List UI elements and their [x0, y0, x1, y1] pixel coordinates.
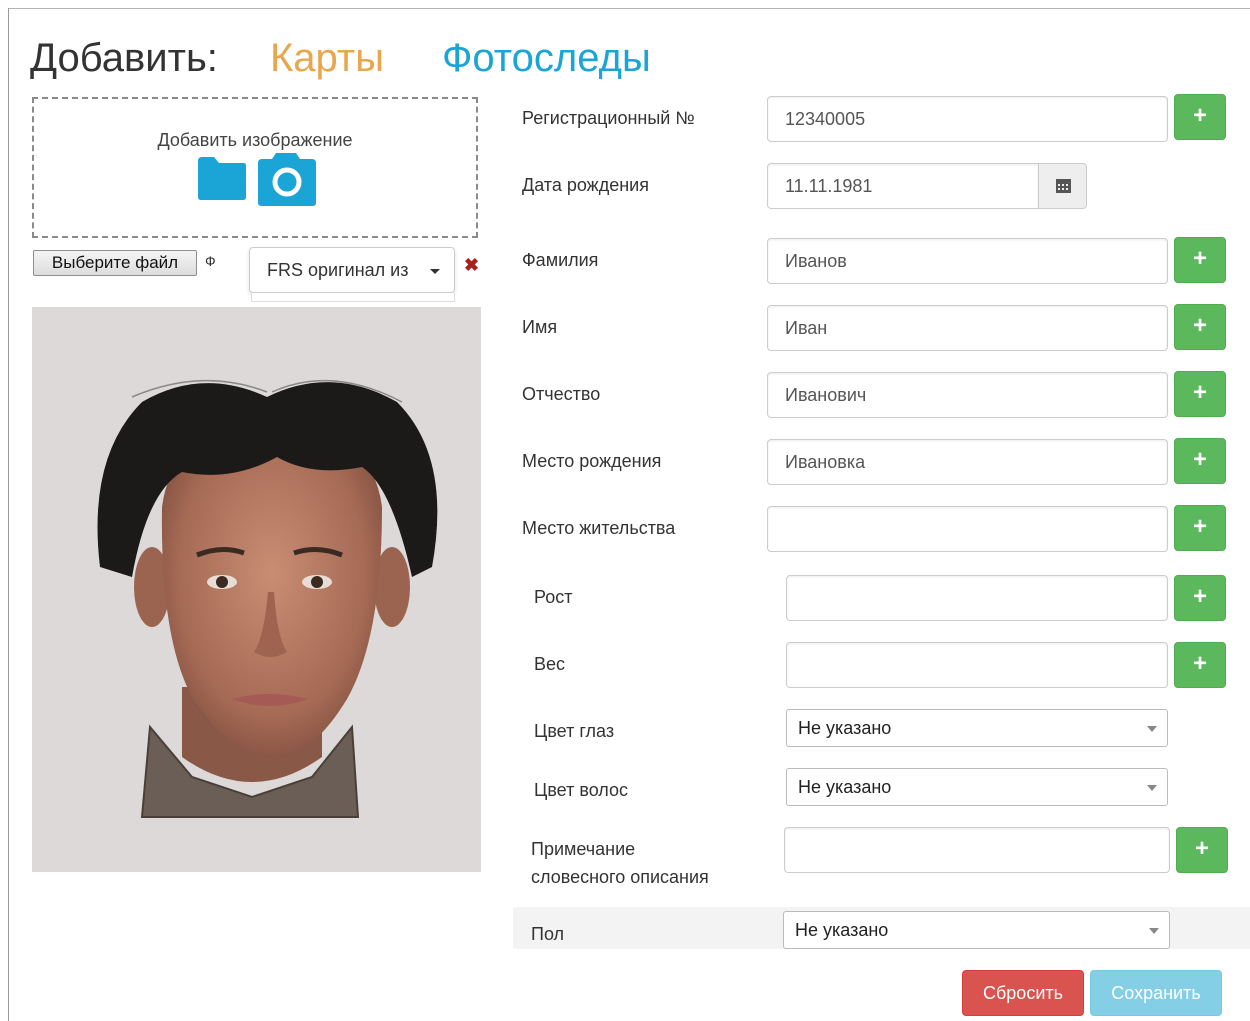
gender-label: Пол	[531, 924, 565, 944]
birth-place-input[interactable]: Ивановка	[767, 439, 1168, 485]
hair-color-label: Цвет волос	[534, 780, 629, 800]
face-photo	[32, 307, 481, 872]
weight-input[interactable]	[786, 642, 1168, 688]
image-source-value: FRS оригинал из	[267, 260, 409, 280]
save-button[interactable]: Сохранить	[1090, 970, 1222, 1016]
gender-select[interactable]: Не указано	[783, 911, 1170, 949]
face-illustration	[32, 307, 481, 872]
hair-color-select[interactable]: Не указано	[786, 768, 1168, 806]
last-name-label: Фамилия	[522, 250, 599, 270]
chevron-down-icon	[1147, 726, 1157, 732]
note-label-line2: словесного описания	[531, 867, 709, 887]
first-name-label: Имя	[522, 317, 558, 337]
patronymic-label: Отчество	[522, 384, 601, 404]
height-label: Рост	[534, 587, 573, 607]
eye-color-select[interactable]: Не указано	[786, 709, 1168, 747]
caret-down-icon	[430, 269, 440, 274]
dropzone-label: Добавить изображение	[157, 130, 353, 150]
camera-icon[interactable]	[254, 151, 318, 207]
reg-number-input[interactable]: 12340005	[767, 96, 1168, 142]
residence-input[interactable]	[767, 506, 1168, 552]
residence-add-button[interactable]: +	[1174, 505, 1226, 551]
chevron-down-icon	[1149, 928, 1159, 934]
eye-color-label: Цвет глаз	[534, 721, 615, 741]
reset-button[interactable]: Сбросить	[962, 970, 1084, 1016]
birth-place-label: Место рождения	[522, 451, 662, 471]
reg-number-label: Регистрационный №	[522, 108, 695, 128]
chevron-down-icon	[1147, 785, 1157, 791]
remove-icon[interactable]: ✖	[464, 256, 480, 274]
description-note-input[interactable]	[784, 827, 1170, 873]
note-label-line1: Примечание	[531, 839, 636, 859]
height-input[interactable]	[786, 575, 1168, 621]
dropdown-shadow	[251, 293, 455, 302]
birth-date-input[interactable]: 11.11.1981	[767, 163, 1039, 209]
residence-label: Место жительства	[522, 518, 676, 538]
last-name-input[interactable]: Иванов	[767, 238, 1168, 284]
gender-value: Не указано	[795, 920, 889, 940]
patronymic-add-button[interactable]: +	[1174, 371, 1226, 417]
calendar-button[interactable]	[1038, 163, 1087, 209]
eye-color-value: Не указано	[798, 718, 892, 738]
choose-file-button[interactable]: Выберите файл	[33, 250, 197, 276]
weight-add-button[interactable]: +	[1174, 642, 1226, 688]
birth-date-label: Дата рождения	[522, 175, 649, 195]
patronymic-input[interactable]: Иванович	[767, 372, 1168, 418]
first-name-input[interactable]: Иван	[767, 305, 1168, 351]
image-dropzone[interactable]: Добавить изображение	[32, 97, 478, 238]
first-name-add-button[interactable]: +	[1174, 304, 1226, 350]
height-add-button[interactable]: +	[1174, 575, 1226, 621]
last-name-add-button[interactable]: +	[1174, 237, 1226, 283]
page-title: Добавить:	[30, 36, 218, 80]
birth-place-add-button[interactable]: +	[1174, 438, 1226, 484]
weight-label: Вес	[534, 654, 566, 674]
image-source-dropdown[interactable]: FRS оригинал из	[249, 247, 455, 293]
folder-icon[interactable]	[196, 155, 248, 201]
reg-number-add-button[interactable]: +	[1174, 94, 1226, 140]
frame-top-border	[8, 8, 1250, 9]
file-status-text: Ф	[205, 253, 216, 269]
photo-traces-link[interactable]: Фотоследы	[442, 36, 651, 81]
cards-link[interactable]: Карты	[270, 36, 384, 81]
frame-left-border	[8, 8, 9, 1021]
hair-color-value: Не указано	[798, 777, 892, 797]
description-note-add-button[interactable]: +	[1176, 827, 1228, 873]
calendar-icon	[1056, 179, 1071, 193]
